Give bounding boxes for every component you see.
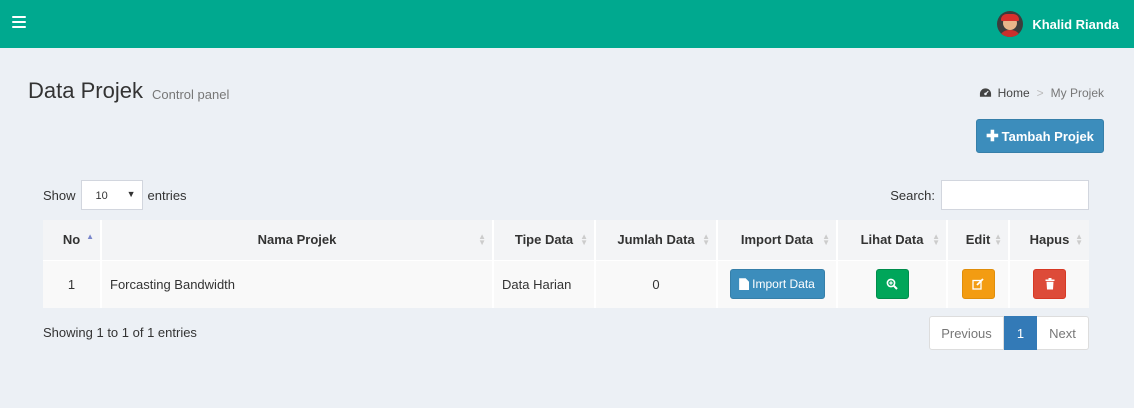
page-title: Data Projek — [28, 78, 143, 103]
column-header-hapus[interactable]: Hapus ▲ ▼ — [1009, 220, 1089, 260]
next-page-button[interactable]: Next — [1037, 316, 1089, 350]
breadcrumb-home[interactable]: Home — [998, 86, 1030, 100]
edit-button[interactable] — [961, 269, 995, 300]
sidebar-toggle-icon[interactable] — [12, 16, 26, 30]
sort-icon: ▲ — [86, 232, 94, 241]
delete-button[interactable] — [1033, 269, 1066, 300]
pagination: Previous 1 Next — [929, 316, 1089, 350]
column-header-tipe-data[interactable]: Tipe Data ▲ ▼ — [493, 220, 596, 260]
edit-icon — [972, 278, 984, 290]
cell-jumlah-data: 0 — [595, 259, 718, 308]
zoom-in-icon — [886, 278, 898, 290]
cell-no: 1 — [43, 259, 102, 308]
column-header-lihat-data[interactable]: Lihat Data ▲ ▼ — [837, 220, 948, 260]
search-label: Search: — [890, 187, 935, 203]
sort-icon: ▲ ▼ — [702, 232, 710, 247]
avatar — [997, 11, 1024, 37]
cell-edit — [947, 259, 1010, 308]
column-header-nama-projek[interactable]: Nama Projek ▲ ▼ — [101, 220, 494, 260]
breadcrumb-separator: > — [1036, 86, 1044, 100]
projects-table: No ▲ Nama Projek ▲ ▼ Tipe Data ▲ ▼ Jumlah … — [43, 220, 1089, 308]
cell-nama-projek: Forcasting Bandwidth — [101, 259, 494, 308]
cell-import-data: Import Data — [717, 259, 838, 308]
cell-tipe-data: Data Harian — [493, 259, 596, 308]
page-1-button[interactable]: 1 — [1004, 316, 1037, 350]
sort-icon: ▲ ▼ — [580, 232, 588, 247]
column-header-import-data[interactable]: Import Data ▲ ▼ — [717, 220, 838, 260]
view-data-button[interactable] — [875, 269, 909, 300]
previous-page-button[interactable]: Previous — [929, 316, 1004, 350]
column-header-no[interactable]: No ▲ — [43, 220, 102, 260]
sort-icon: ▲ ▼ — [1075, 232, 1083, 247]
dashboard-icon — [979, 88, 991, 97]
search-control: Search: — [890, 180, 1089, 210]
top-navbar: Khalid Rianda — [0, 0, 1134, 48]
add-project-label: Tambah Projek — [1001, 128, 1094, 144]
caret-down-icon: ▼ — [126, 189, 136, 199]
entries-length-control: Show 10 ▼ entries — [43, 180, 187, 210]
column-header-jumlah-data[interactable]: Jumlah Data ▲ ▼ — [595, 220, 718, 260]
add-project-button[interactable]: ✚ Tambah Projek — [976, 119, 1104, 153]
column-header-edit[interactable]: Edit ▲ ▼ — [947, 220, 1010, 260]
breadcrumb-current: My Projek — [1050, 86, 1104, 100]
table-row: 1 Forcasting Bandwidth Data Harian 0 Imp… — [43, 259, 1089, 308]
table-info: Showing 1 to 1 of 1 entries — [43, 325, 197, 340]
table-header-row: No ▲ Nama Projek ▲ ▼ Tipe Data ▲ ▼ Jumlah … — [43, 220, 1089, 260]
import-data-button[interactable]: Import Data — [729, 269, 825, 300]
entries-length-select[interactable]: 10 ▼ — [80, 180, 143, 210]
sort-icon: ▲ ▼ — [478, 232, 486, 247]
show-label: Show — [43, 187, 76, 203]
user-name: Khalid Rianda — [1032, 16, 1119, 32]
page-subtitle: Control panel — [152, 87, 230, 102]
cell-hapus — [1009, 259, 1089, 308]
plus-icon: ✚ — [986, 128, 999, 145]
sort-icon: ▲ ▼ — [822, 232, 830, 247]
sort-icon: ▲ ▼ — [994, 232, 1002, 247]
entries-label: entries — [147, 187, 187, 203]
file-icon — [739, 278, 750, 291]
sort-icon: ▲ ▼ — [932, 232, 940, 247]
trash-icon — [1045, 278, 1054, 290]
cell-lihat-data — [837, 259, 948, 308]
breadcrumb: Home > My Projek — [979, 86, 1104, 100]
user-menu[interactable]: Khalid Rianda — [997, 11, 1119, 37]
entries-length-value: 10 — [95, 190, 108, 202]
search-input[interactable] — [941, 180, 1089, 210]
